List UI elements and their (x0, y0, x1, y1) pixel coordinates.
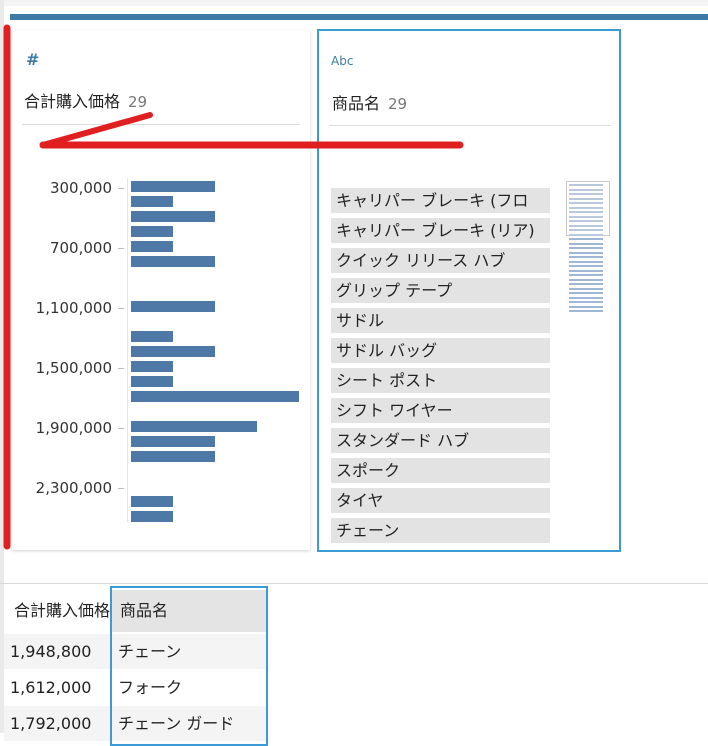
histogram-tick-mark (118, 488, 124, 489)
grid-cell-name[interactable]: チェーン (112, 634, 266, 669)
grid-cell-name[interactable]: チェーン ガード (112, 706, 266, 741)
name-column-title[interactable]: 商品名 29 (332, 90, 407, 114)
histogram-tick-label: 1,100,000 (35, 299, 112, 317)
histogram-bar[interactable] (131, 376, 173, 387)
name-value-item[interactable]: タイヤ (331, 488, 550, 513)
price-column-count: 29 (128, 93, 148, 111)
minimap-line (569, 310, 603, 312)
histogram-tick-label: 2,300,000 (35, 479, 112, 497)
histogram-tick-label: 1,900,000 (35, 419, 112, 437)
minimap-line (569, 242, 603, 245)
histogram-bar[interactable] (131, 226, 173, 237)
number-type-icon: # (26, 50, 40, 69)
minimap-line (569, 251, 603, 254)
histogram-bar[interactable] (131, 181, 215, 192)
minimap-line (569, 274, 603, 276)
name-value-item[interactable]: キャリパー ブレーキ (リア) (331, 218, 550, 243)
name-profile-card[interactable]: Abc 商品名 29 キャリパー ブレーキ (フロ キャリパー ブレーキ (リア) ク… (317, 29, 621, 552)
grid-cell-price[interactable]: 1,948,800 (4, 634, 110, 669)
price-card-divider (22, 124, 300, 125)
grid-separator (0, 583, 708, 584)
grid-header-name[interactable]: 商品名 (112, 590, 266, 632)
grid-header-price[interactable]: 合計購入価格 (4, 590, 110, 632)
minimap-line (569, 229, 603, 231)
name-value-item[interactable]: サドル バッグ (331, 338, 550, 363)
minimap-line (569, 197, 603, 200)
histogram-tick-mark (118, 188, 124, 189)
minimap-line (569, 211, 603, 213)
step-header-bar (10, 14, 708, 20)
name-value-item[interactable]: シート ポスト (331, 368, 550, 393)
minimap-line (569, 265, 603, 267)
name-value-item[interactable]: スポーク (331, 458, 550, 483)
histogram-bar[interactable] (131, 241, 173, 252)
name-value-item[interactable]: シフト ワイヤー (331, 398, 550, 423)
histogram-tick-mark (118, 368, 124, 369)
histogram-bar[interactable] (131, 256, 215, 267)
minimap-line (569, 215, 603, 218)
name-value-item[interactable]: クイック リリース ハブ (331, 248, 550, 273)
minimap-line (569, 188, 603, 191)
price-profile-card[interactable]: # 合計購入価格 29 300,000 700,000 1,100,000 1,500,… (12, 30, 310, 550)
minimap-line (569, 287, 603, 290)
name-value-item[interactable]: チェーン (331, 518, 550, 543)
name-column-count: 29 (388, 95, 408, 113)
histogram-bar[interactable] (131, 331, 173, 342)
name-card-divider (329, 125, 611, 126)
grid-cell-name[interactable]: フォーク (112, 670, 266, 705)
string-type-icon: Abc (331, 54, 354, 68)
minimap-line (569, 278, 603, 281)
minimap-line (569, 256, 603, 258)
histogram-bar[interactable] (131, 361, 173, 372)
histogram-bar[interactable] (131, 496, 173, 507)
minimap-line (569, 296, 603, 299)
name-value-item[interactable]: スタンダード ハブ (331, 428, 550, 453)
minimap-line (569, 224, 603, 227)
name-column-name: 商品名 (332, 94, 381, 113)
histogram-tick-mark (118, 428, 124, 429)
histogram-bar[interactable] (131, 301, 215, 312)
histogram-bar[interactable] (131, 196, 173, 207)
histogram-bar[interactable] (131, 436, 215, 447)
minimap-line (569, 233, 603, 236)
minimap-line (569, 238, 603, 240)
histogram-tick-mark (118, 248, 124, 249)
minimap-line (569, 202, 603, 204)
histogram-bar[interactable] (131, 211, 215, 222)
histogram-tick-label: 1,500,000 (35, 359, 112, 377)
grid-cell-price[interactable]: 1,612,000 (4, 670, 110, 705)
price-column-name: 合計購入価格 (24, 92, 121, 111)
top-band (0, 0, 708, 6)
price-column-title[interactable]: 合計購入価格 29 (24, 88, 147, 112)
histogram-bar[interactable] (131, 451, 215, 462)
minimap-line (569, 247, 603, 249)
minimap-line (569, 193, 603, 195)
minimap-line (569, 260, 603, 263)
histogram-axis (127, 178, 128, 522)
histogram-bar[interactable] (131, 421, 257, 432)
name-value-item[interactable]: グリップ テープ (331, 278, 550, 303)
minimap-line (569, 206, 603, 209)
histogram-tick-label: 300,000 (49, 179, 112, 197)
minimap-line (569, 283, 603, 285)
histogram-tick-label: 700,000 (49, 239, 112, 257)
histogram-tick-mark (118, 308, 124, 309)
histogram-bar[interactable] (131, 511, 173, 522)
minimap-line (569, 305, 603, 308)
minimap-line (569, 220, 603, 222)
histogram-bar[interactable] (131, 346, 215, 357)
grid-cell-price[interactable]: 1,792,000 (4, 706, 110, 741)
minimap-line (569, 184, 603, 186)
minimap-line (569, 292, 603, 294)
minimap-line (569, 301, 603, 303)
name-value-item[interactable]: サドル (331, 308, 550, 333)
name-value-item[interactable]: キャリパー ブレーキ (フロ (331, 188, 550, 213)
minimap-line (569, 269, 603, 272)
histogram-bar[interactable] (131, 391, 299, 402)
